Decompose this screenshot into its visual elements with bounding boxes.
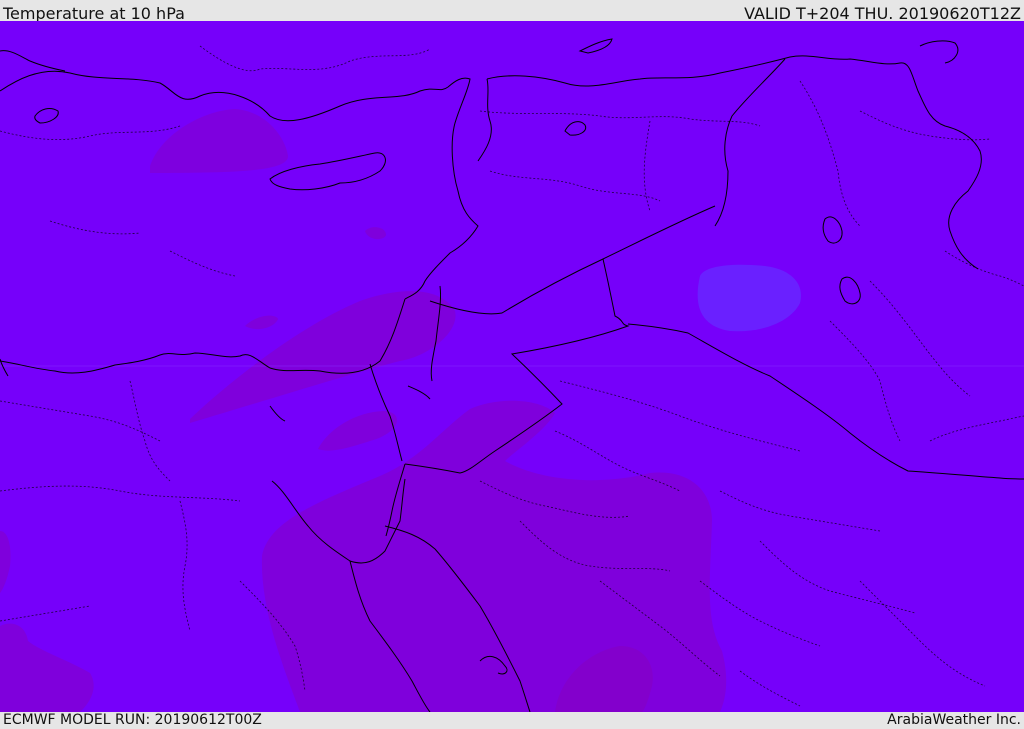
header-bar: Temperature at 10 hPa VALID T+204 THU. 2… xyxy=(0,0,1024,23)
credit-label: ArabiaWeather Inc. xyxy=(887,712,1021,728)
footer-bar: ECMWF MODEL RUN: 20190612T00Z ArabiaWeat… xyxy=(0,712,1024,729)
map-canvas xyxy=(0,21,1024,712)
temperature-map[interactable] xyxy=(0,21,1024,712)
model-run-label: ECMWF MODEL RUN: 20190612T00Z xyxy=(3,712,262,728)
